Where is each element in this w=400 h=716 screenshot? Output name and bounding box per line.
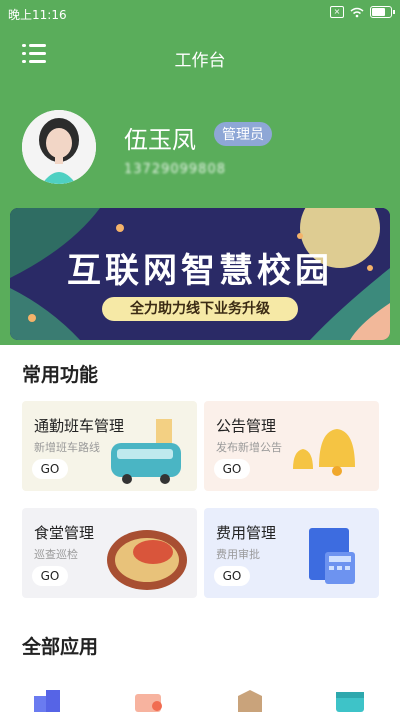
battery-icon xyxy=(370,6,395,18)
card-subtitle: 新增班车路线 xyxy=(34,441,100,454)
card-notice-management[interactable]: 公告管理 发布新增公告 GO xyxy=(204,401,379,491)
card-canteen-management[interactable]: 食堂管理 巡查巡检 GO xyxy=(22,508,197,598)
card-subtitle: 发布新增公告 xyxy=(216,441,282,454)
role-badge: 管理员 xyxy=(214,122,272,146)
card-title: 公告管理 xyxy=(216,417,277,435)
app-card-icon[interactable] xyxy=(133,690,165,712)
card-subtitle: 巡查巡检 xyxy=(34,548,78,561)
bell-icon xyxy=(293,429,355,476)
user-name: 伍玉凤 xyxy=(124,126,196,154)
avatar-image xyxy=(22,110,96,184)
user-phone: 13729099808 xyxy=(124,162,226,177)
app-office-icon[interactable] xyxy=(234,690,266,712)
card-subtitle: 费用审批 xyxy=(216,548,260,561)
battery-fill xyxy=(372,8,385,16)
food-plate-icon xyxy=(107,530,187,590)
banner-subtitle: 全力助力线下业务升级 xyxy=(102,297,298,321)
app-building-icon[interactable] xyxy=(32,690,64,712)
avatar[interactable] xyxy=(22,110,96,184)
card-expense-management[interactable]: 费用管理 费用审批 GO xyxy=(204,508,379,598)
go-button[interactable]: GO xyxy=(32,566,68,586)
go-button[interactable]: GO xyxy=(214,566,250,586)
section-title-all-apps: 全部应用 xyxy=(22,636,99,658)
page-title: 工作台 xyxy=(174,51,226,71)
bus-icon xyxy=(111,419,181,484)
calculator-document-icon xyxy=(309,528,355,584)
card-title: 费用管理 xyxy=(216,524,277,542)
section-title-common: 常用功能 xyxy=(22,364,99,386)
card-title: 食堂管理 xyxy=(34,524,95,542)
go-button[interactable]: GO xyxy=(32,459,68,479)
card-bus-management[interactable]: 通勤班车管理 新增班车路线 GO xyxy=(22,401,197,491)
go-button[interactable]: GO xyxy=(214,459,250,479)
status-icons: × xyxy=(330,6,395,18)
wifi-icon xyxy=(350,7,364,17)
banner-title: 互联网智慧校园 xyxy=(67,251,333,291)
promo-banner[interactable]: 互联网智慧校园 全力助力线下业务升级 xyxy=(10,208,390,340)
status-bar: 晚上11:16 × xyxy=(0,0,400,28)
sim-icon: × xyxy=(330,6,344,18)
app-calendar-icon[interactable] xyxy=(334,690,366,712)
status-time: 晚上11:16 xyxy=(8,8,67,22)
